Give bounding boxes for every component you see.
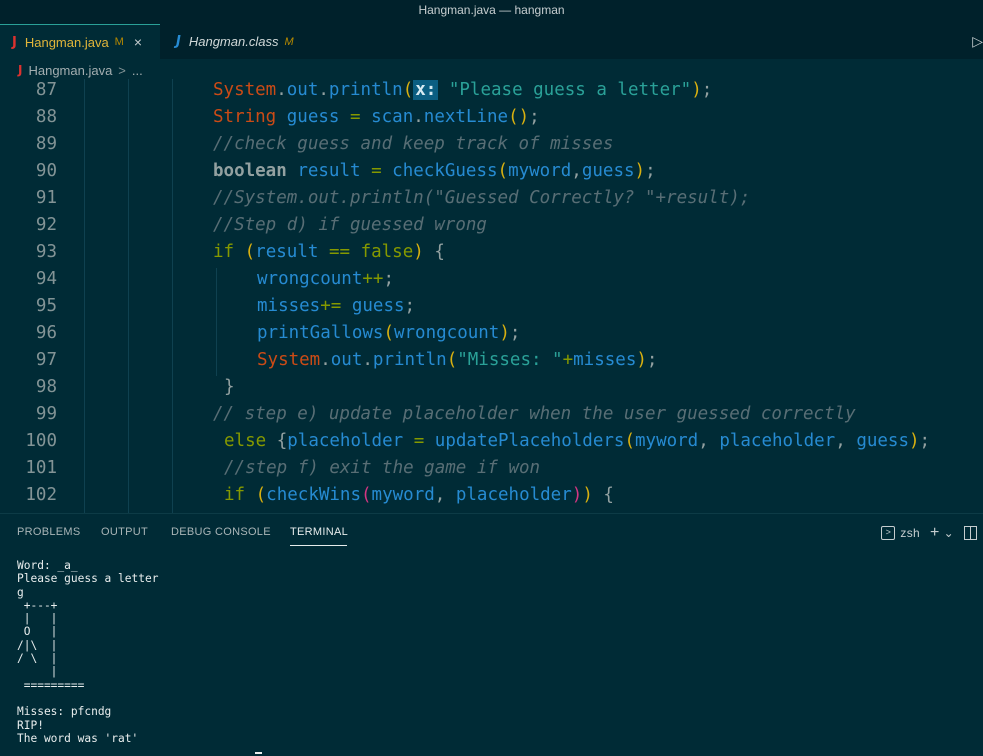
modified-badge: M — [114, 36, 124, 48]
run-icon[interactable]: ▷ — [972, 33, 983, 50]
terminal-line: | | — [17, 612, 58, 626]
java-file-icon: J — [18, 63, 23, 77]
line-number: 93 — [35, 242, 57, 262]
line-number: 96 — [35, 323, 57, 343]
terminal-cursor — [255, 752, 262, 754]
line-number: 88 — [35, 107, 57, 127]
java-class-icon: J — [176, 34, 181, 49]
tab-output[interactable]: OUTPUT — [101, 526, 148, 538]
code-line: 98} — [0, 374, 983, 401]
terminal-line: / \ | — [17, 652, 58, 666]
shell-name[interactable]: zsh — [900, 526, 920, 540]
line-number: 92 — [35, 215, 57, 235]
tab-label: Hangman.class — [188, 34, 279, 49]
breadcrumb-file[interactable]: Hangman.java — [28, 63, 112, 78]
breadcrumb: J Hangman.java > ... — [0, 59, 983, 81]
terminal-line: ========= — [17, 678, 85, 692]
line-number: 87 — [35, 80, 57, 100]
line-number: 101 — [25, 458, 57, 478]
terminal-line: +---+ — [17, 598, 58, 612]
tab-hangman-java[interactable]: J Hangman.java M × — [0, 24, 160, 59]
code-line: 96 printGallows(wrongcount); — [0, 320, 983, 347]
code-line: 97 System.out.println("Misses: "+misses); — [0, 347, 983, 374]
line-number: 97 — [35, 350, 57, 370]
line-number: 89 — [35, 134, 57, 154]
breadcrumb-separator: > — [118, 62, 126, 78]
terminal-line: Word: _a_ — [17, 559, 78, 572]
close-icon[interactable]: × — [134, 34, 142, 50]
panel-tab-bar: PROBLEMS OUTPUT DEBUG CONSOLE TERMINAL >… — [0, 513, 983, 549]
active-tab-indicator — [290, 545, 347, 546]
code-line: 87 System.out.println(x: "Please guess a … — [0, 79, 983, 104]
code-line: 92//Step d) if guessed wrong — [0, 212, 983, 239]
terminal-line: Please guess a letter — [17, 572, 159, 586]
code-line: 88 String guess = scan.nextLine(); — [0, 104, 983, 131]
terminal-line: Misses: pfcndg — [17, 705, 112, 719]
code-line: 91//System.out.println("Guessed Correctl… — [0, 185, 983, 212]
terminal-icon: > — [881, 526, 896, 540]
terminal-line: RIP! — [17, 718, 44, 732]
code-line: 89//check guess and keep track of misses — [0, 131, 983, 158]
line-number: 98 — [35, 377, 57, 397]
line-number: 102 — [25, 485, 57, 505]
terminal-line: /|\ | — [17, 638, 58, 652]
java-file-icon: J — [12, 34, 17, 50]
window-title: Hangman.java — hangman — [0, 0, 983, 24]
line-number: 99 — [35, 404, 57, 424]
tab-debug-console[interactable]: DEBUG CONSOLE — [171, 526, 271, 538]
tab-terminal[interactable]: TERMINAL — [290, 526, 348, 538]
terminal-line: The word was 'rat' — [17, 731, 139, 745]
terminal-line: O | — [17, 625, 58, 639]
code-line: 102 if (checkWins(myword, placeholder)) { — [0, 482, 983, 509]
code-editor[interactable]: 87 System.out.println(x: "Please guess a … — [0, 79, 983, 513]
code-line: 93 if (result == false) { — [0, 239, 983, 266]
parameter-hint: x: — [413, 80, 439, 100]
code-line: 100 else {placeholder = updatePlaceholder… — [0, 428, 983, 455]
line-number: 94 — [35, 269, 57, 289]
terminal-line: | — [17, 665, 58, 679]
terminal-line: g — [17, 585, 24, 599]
line-number: 90 — [35, 161, 57, 181]
code-line: 94 wrongcount++; — [0, 266, 983, 293]
add-icon[interactable]: + — [930, 524, 940, 542]
code-line: 99// step e) update placeholder when the… — [0, 401, 983, 428]
editor-tab-bar: J Hangman.java M × J Hangman.class M — [0, 24, 983, 59]
breadcrumb-more[interactable]: ... — [132, 63, 143, 78]
code-line: 90 boolean result = checkGuess(myword,gue… — [0, 158, 983, 185]
split-icon[interactable] — [964, 526, 977, 540]
line-number: 95 — [35, 296, 57, 316]
modified-badge: M — [284, 35, 294, 48]
terminal-output[interactable]: Word: _a_ Please guess a letter g +---+ … — [17, 559, 977, 756]
terminal-actions: > zsh + ⌄ — [881, 524, 983, 542]
chevron-down-icon[interactable]: ⌄ — [944, 526, 954, 540]
line-number: 100 — [25, 431, 57, 451]
code-line: 101//step f) exit the game if won — [0, 455, 983, 482]
tab-problems[interactable]: PROBLEMS — [17, 526, 81, 538]
tab-label: Hangman.java — [24, 34, 109, 50]
code-line: 95 misses+= guess; — [0, 293, 983, 320]
line-number: 91 — [35, 188, 57, 208]
tab-hangman-class[interactable]: J Hangman.class M — [160, 24, 320, 59]
